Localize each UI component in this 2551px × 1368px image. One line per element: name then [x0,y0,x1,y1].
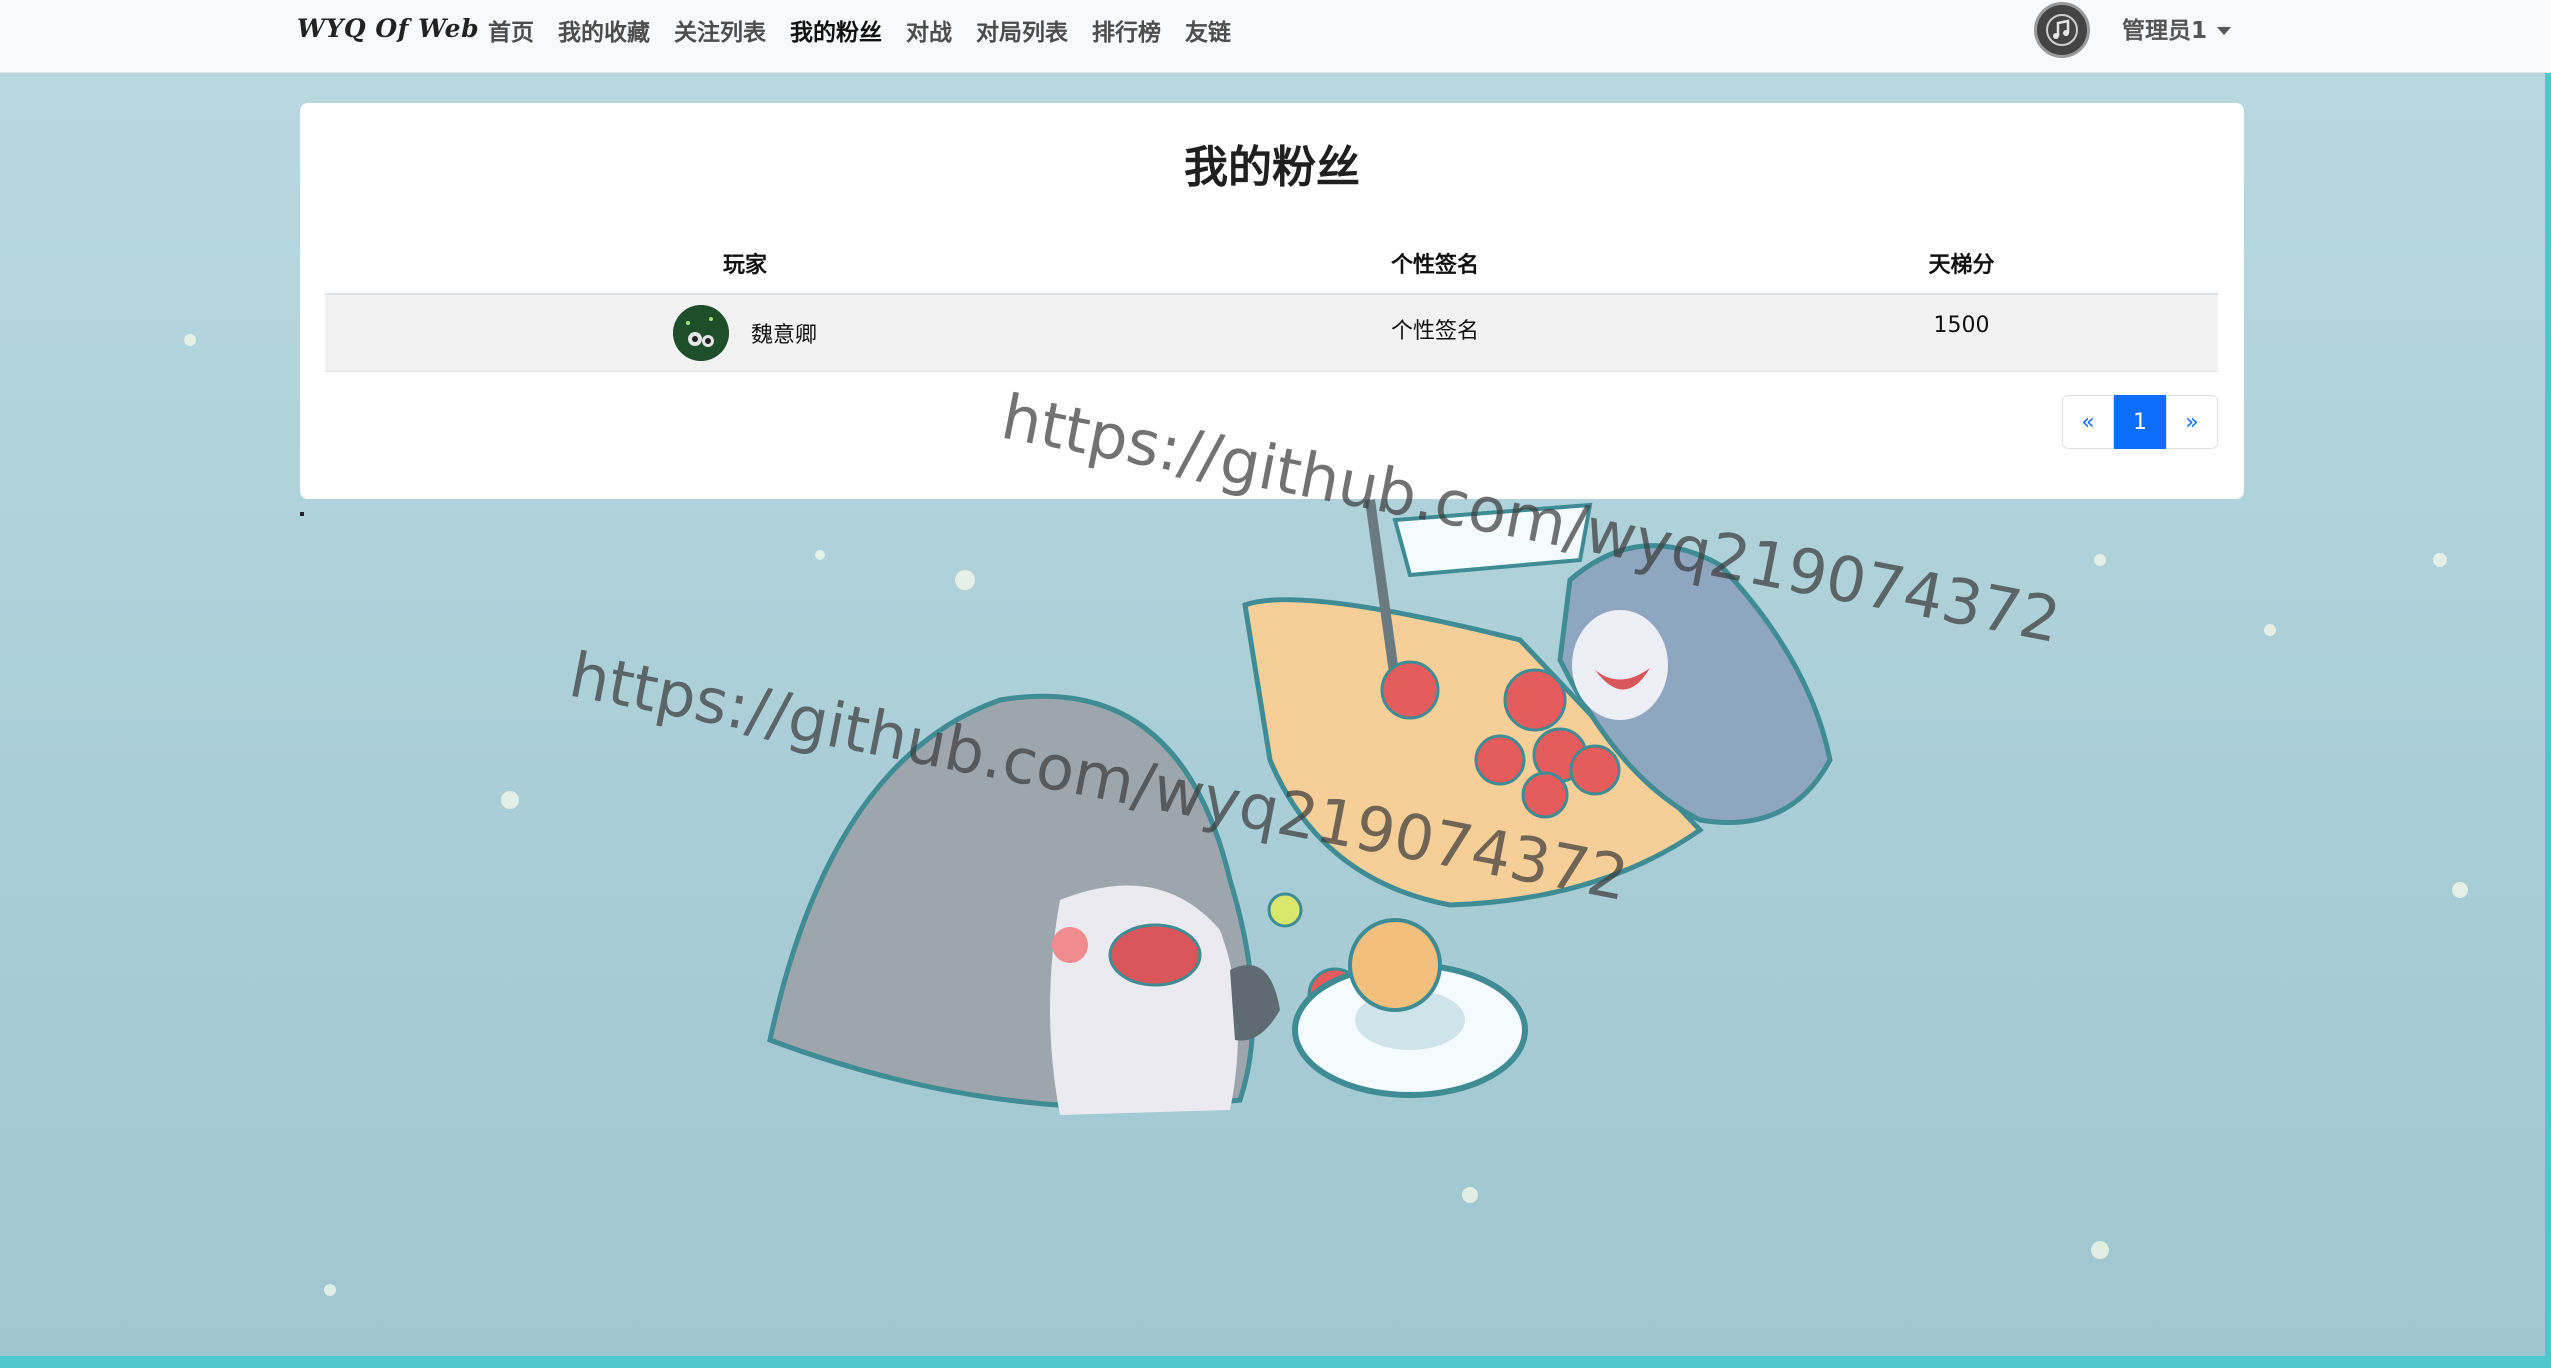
pagination-prev-button[interactable]: « [2062,395,2114,449]
rating-cell: 1500 [1705,294,2218,372]
window-edge-right [2545,0,2551,1368]
user-name: 管理员1 [2122,18,2208,44]
window-edge-bottom [0,1356,2551,1368]
player-cell: 魏意卿 [325,294,1165,372]
player-avatar[interactable] [672,305,729,361]
fans-table: 玩家 个性签名 天梯分 魏意卿 个性签名 1500 [325,233,2218,372]
pagination-page-1[interactable]: 1 [2114,395,2166,449]
page-title: 我的粉丝 [1184,142,1360,193]
nav-links: 首页 我的收藏 关注列表 我的粉丝 对战 对局列表 排行榜 友链 [476,14,1243,54]
table-row[interactable]: 魏意卿 个性签名 1500 [325,294,2218,372]
stray-dot [300,512,304,516]
nav-link-leaderboard[interactable]: 排行榜 [1080,14,1173,54]
music-note-avatar-icon [2046,14,2078,46]
nav-link-following[interactable]: 关注列表 [662,14,778,54]
rating-value: 1500 [1933,313,1990,338]
nav-link-fans[interactable]: 我的粉丝 [778,14,894,54]
pagination: « 1 » [2062,395,2218,451]
brand-logo[interactable]: WYQ Of Web [297,14,479,43]
nav-link-friend-links[interactable]: 友链 [1173,14,1243,54]
signature-text: 个性签名 [1390,319,1479,344]
player-name[interactable]: 魏意卿 [751,317,817,349]
column-header-rating: 天梯分 [1705,233,2218,295]
user-avatar[interactable] [2034,2,2090,58]
signature-cell: 个性签名 [1165,294,1705,372]
pagination-next-button[interactable]: » [2166,395,2218,449]
nav-link-battle[interactable]: 对战 [894,14,964,54]
column-header-player: 玩家 [325,233,1165,295]
nav-link-match-list[interactable]: 对局列表 [964,14,1080,54]
table-header-row: 玩家 个性签名 天梯分 [325,233,2218,295]
top-navbar: WYQ Of Web 首页 我的收藏 关注列表 我的粉丝 对战 对局列表 排行榜… [0,0,2551,73]
column-header-signature: 个性签名 [1165,233,1705,295]
user-dropdown[interactable]: 管理员1 [2122,14,2232,48]
nav-link-home[interactable]: 首页 [476,14,546,54]
caret-down-icon [2217,27,2232,35]
nav-link-favorites[interactable]: 我的收藏 [546,14,662,54]
player-avatar-image [672,305,729,361]
